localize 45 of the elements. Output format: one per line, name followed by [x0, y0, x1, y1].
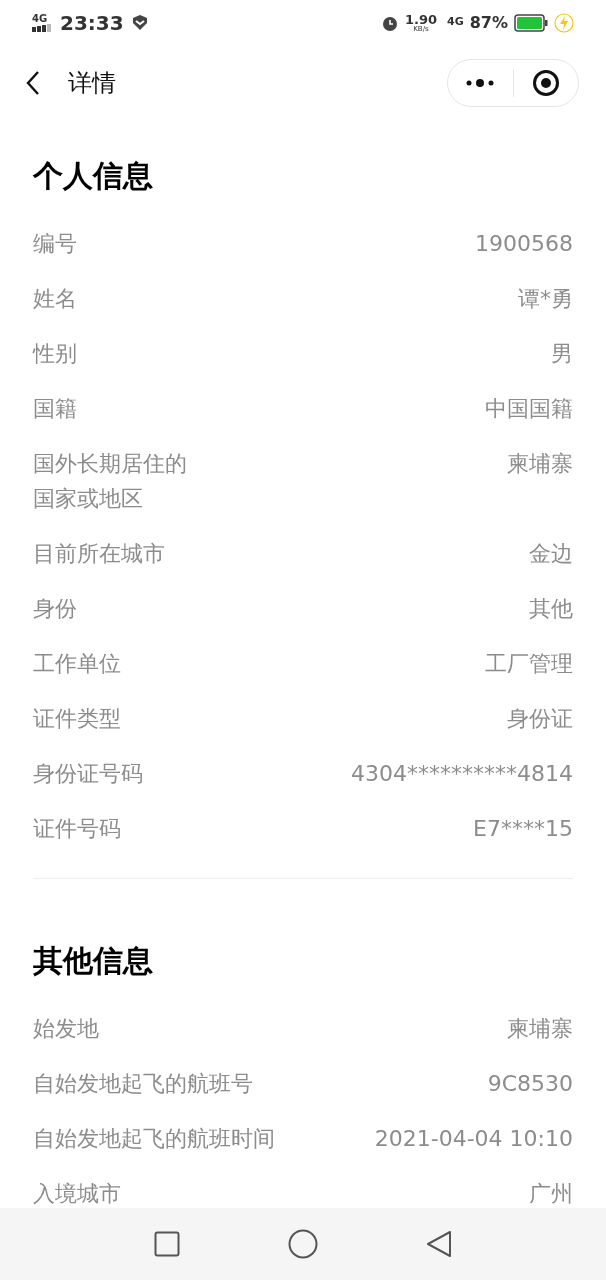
field-label: 国外长期居住的国家或地区	[33, 450, 187, 513]
field-value: 柬埔寨	[507, 450, 573, 478]
field-label: 姓名	[33, 285, 77, 313]
page-title: 详情	[68, 67, 116, 99]
network-label: 4G	[32, 13, 48, 24]
field-label: 工作单位	[33, 650, 121, 678]
field-value: 2021-04-04 10:10	[374, 1125, 573, 1153]
field-value: 4304**********4814	[351, 760, 573, 788]
field-value: 身份证	[507, 705, 573, 733]
field-label: 性别	[33, 340, 77, 368]
field-value: 金边	[529, 540, 573, 568]
section-title: 个人信息	[33, 157, 154, 195]
speed-value: 1.90	[404, 12, 437, 26]
lightning-icon	[554, 12, 574, 33]
field-value: 1900568	[475, 230, 573, 258]
field-label: 身份	[33, 595, 77, 623]
field-value: 9C8530	[487, 1070, 573, 1098]
recent-apps-icon[interactable]	[154, 1231, 180, 1257]
field-value: 其他	[529, 595, 573, 623]
field-value: 广州	[529, 1180, 573, 1208]
network-label: 4G	[447, 14, 464, 31]
field-label: 身份证号码	[33, 760, 143, 788]
battery-percent: 87%	[469, 11, 508, 34]
signal-icon	[32, 23, 52, 32]
field-label: 自始发地起飞的航班时间	[33, 1125, 275, 1153]
field-value: 工厂管理	[485, 650, 573, 678]
field-value: 中国国籍	[485, 395, 573, 423]
field-value: 男	[551, 340, 573, 368]
field-label: 国籍	[33, 395, 77, 423]
field-value: E7****15	[473, 815, 573, 843]
field-label: 证件号码	[33, 815, 121, 843]
field-label: 自始发地起飞的航班号	[33, 1070, 253, 1098]
field-label: 始发地	[33, 1015, 99, 1043]
field-label: 入境城市	[33, 1180, 121, 1208]
field-label: 编号	[33, 230, 77, 258]
back-icon[interactable]	[426, 1230, 452, 1258]
field-value: 谭*勇	[518, 285, 573, 313]
field-label: 证件类型	[33, 705, 121, 733]
home-icon[interactable]	[288, 1229, 318, 1259]
shield-icon	[131, 14, 148, 31]
section-title: 其他信息	[33, 942, 154, 980]
clock-time: 23:33	[60, 9, 124, 37]
field-value: 柬埔寨	[507, 1015, 573, 1043]
battery-icon	[514, 13, 548, 32]
field-label: 目前所在城市	[33, 540, 165, 568]
